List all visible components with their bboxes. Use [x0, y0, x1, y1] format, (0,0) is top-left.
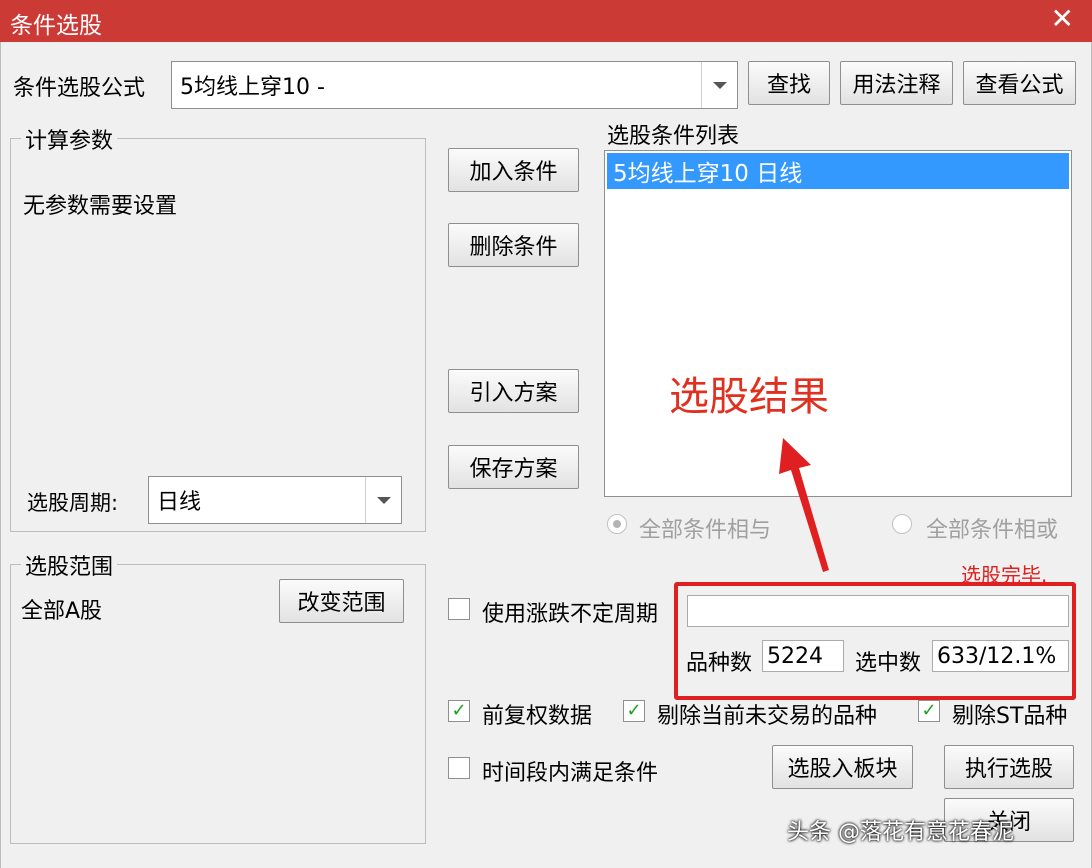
dialog-body: 条件选股公式 5均线上穿10 - 查找 用法注释 查看公式 计算参数 无参数需要…: [0, 42, 1092, 868]
delete-condition-button[interactable]: 删除条件: [448, 223, 579, 267]
add-condition-button[interactable]: 加入条件: [448, 148, 579, 192]
logic-or-label: 全部条件相或: [926, 518, 1059, 543]
period-select[interactable]: 日线: [148, 476, 402, 524]
time-range-checkbox[interactable]: [448, 757, 470, 779]
list-item[interactable]: 5均线上穿10 日线: [607, 153, 1069, 189]
conditions-legend: 选股条件列表: [607, 124, 740, 149]
formula-label: 条件选股公式: [13, 76, 146, 101]
view-formula-button[interactable]: 查看公式: [963, 61, 1076, 105]
save-plan-button[interactable]: 保存方案: [448, 445, 579, 489]
time-range-label: 时间段内满足条件: [482, 761, 659, 786]
usage-notes-button[interactable]: 用法注释: [840, 61, 953, 105]
annotation-label: 选股结果: [669, 374, 829, 420]
range-legend: 选股范围: [21, 549, 118, 581]
params-note: 无参数需要设置: [23, 194, 178, 219]
import-plan-button[interactable]: 引入方案: [448, 369, 579, 413]
chevron-down-icon: [376, 496, 391, 504]
chevron-down-icon: [712, 81, 727, 89]
watermark-text: 头条 @落花有意花春泥: [787, 820, 1014, 845]
find-button[interactable]: 查找: [748, 61, 830, 105]
params-legend: 计算参数: [21, 123, 118, 155]
to-block-button[interactable]: 选股入板块: [772, 745, 913, 789]
change-range-button[interactable]: 改变范围: [279, 579, 404, 623]
variable-period-label: 使用涨跌不定周期: [482, 602, 659, 627]
variable-period-checkbox[interactable]: [448, 598, 470, 620]
window-title: 条件选股: [10, 13, 102, 39]
period-label: 选股周期:: [27, 491, 119, 515]
title-bar: 条件选股 ✕: [0, 0, 1092, 42]
exclude-untraded-checkbox[interactable]: ✓: [623, 700, 645, 722]
logic-and-label: 全部条件相与: [639, 518, 772, 543]
exclude-untraded-label: 剔除当前未交易的品种: [657, 704, 878, 729]
logic-and-radio[interactable]: [607, 514, 627, 534]
adjusted-data-checkbox[interactable]: ✓: [448, 700, 470, 722]
exclude-st-checkbox[interactable]: ✓: [918, 700, 940, 722]
annotation-arrow-icon: [779, 438, 829, 572]
adjusted-data-label: 前复权数据: [482, 704, 593, 729]
logic-or-radio[interactable]: [892, 514, 912, 534]
highlight-box: [674, 582, 1076, 700]
formula-dropdown-button[interactable]: [701, 62, 737, 108]
formula-value: 5均线上穿10 -: [180, 75, 325, 100]
period-dropdown-button[interactable]: [365, 477, 401, 523]
formula-select[interactable]: 5均线上穿10 -: [171, 61, 738, 109]
exclude-st-label: 剔除ST品种: [952, 704, 1068, 729]
execute-button[interactable]: 执行选股: [944, 745, 1074, 789]
close-icon[interactable]: ✕: [1051, 4, 1074, 34]
range-value: 全部A股: [21, 599, 103, 624]
period-value: 日线: [157, 490, 202, 515]
